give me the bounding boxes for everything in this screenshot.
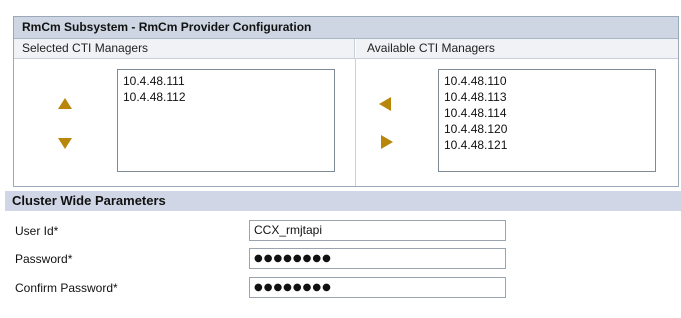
- selected-cti-managers-list[interactable]: 10.4.48.111 10.4.48.112: [117, 69, 335, 172]
- list-item[interactable]: 10.4.48.110: [444, 73, 650, 89]
- column-headers: Selected CTI Managers Available CTI Mana…: [14, 39, 678, 59]
- rmcm-provider-panel: RmCm Subsystem - RmCm Provider Configura…: [13, 16, 679, 187]
- panel-title: RmCm Subsystem - RmCm Provider Configura…: [14, 17, 678, 39]
- list-item[interactable]: 10.4.48.114: [444, 105, 650, 121]
- cluster-wide-parameters-header: Cluster Wide Parameters: [5, 191, 681, 211]
- user-id-label: User Id*: [15, 224, 59, 238]
- confirm-password-field[interactable]: ●●●●●●●●: [249, 277, 506, 298]
- column-divider: [355, 58, 356, 186]
- list-item[interactable]: 10.4.48.111: [123, 73, 329, 89]
- user-id-field[interactable]: CCX_rmjtapi: [249, 220, 506, 241]
- list-item[interactable]: 10.4.48.113: [444, 89, 650, 105]
- arrow-down-icon[interactable]: [58, 138, 72, 149]
- available-cti-managers-list[interactable]: 10.4.48.110 10.4.48.113 10.4.48.114 10.4…: [438, 69, 656, 172]
- arrow-up-icon[interactable]: [58, 98, 72, 109]
- arrow-left-icon[interactable]: [379, 97, 391, 111]
- password-field[interactable]: ●●●●●●●●: [249, 248, 506, 269]
- list-item[interactable]: 10.4.48.120: [444, 121, 650, 137]
- confirm-password-label: Confirm Password*: [15, 281, 118, 295]
- arrow-right-icon[interactable]: [381, 135, 393, 149]
- list-item[interactable]: 10.4.48.112: [123, 89, 329, 105]
- list-item[interactable]: 10.4.48.121: [444, 137, 650, 153]
- available-cti-managers-header: Available CTI Managers: [356, 39, 678, 58]
- password-label: Password*: [15, 252, 73, 266]
- selected-cti-managers-header: Selected CTI Managers: [14, 39, 355, 58]
